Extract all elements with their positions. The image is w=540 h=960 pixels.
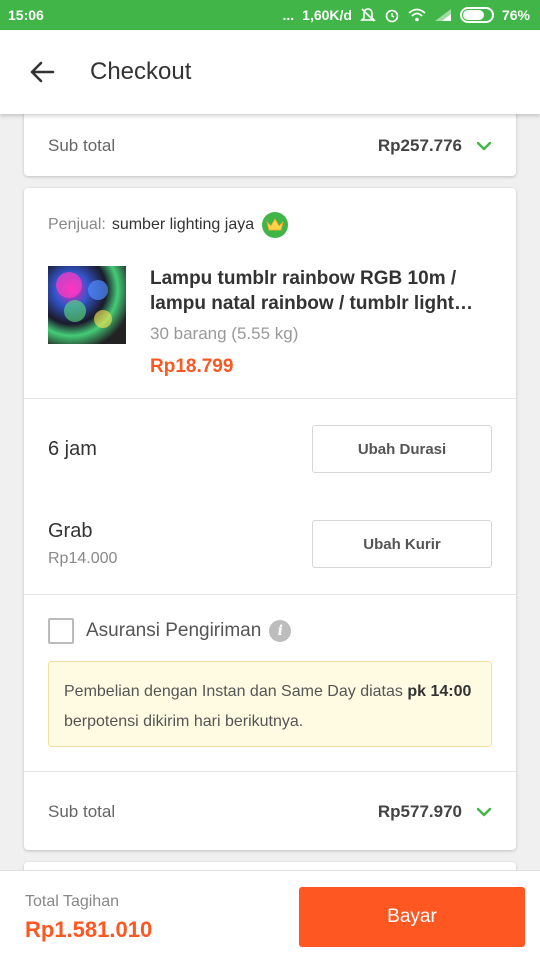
current-subtotal-row[interactable]: Sub total Rp577.970 xyxy=(24,784,516,840)
subtotal-label: Sub total xyxy=(48,802,116,821)
back-button[interactable] xyxy=(22,52,62,92)
network-speed: 1,60K/d xyxy=(302,7,352,23)
insurance-row: Asuransi Pengiriman i xyxy=(48,618,292,644)
info-icon[interactable]: i xyxy=(269,620,292,642)
product-name[interactable]: Lampu tumblr rainbow RGB 10m / lampu nat… xyxy=(150,266,500,316)
notice-text-after: berpotensi dikirim hari berikutnya. xyxy=(64,713,304,730)
same-day-notice: Pembelian dengan Instan dan Same Day dia… xyxy=(48,661,492,747)
subtotal-label: Sub total xyxy=(48,136,116,155)
status-dots: ... xyxy=(282,7,295,23)
battery-icon xyxy=(459,7,494,23)
seller-name[interactable]: sumber lighting jaya xyxy=(112,216,254,234)
insurance-checkbox[interactable] xyxy=(48,618,74,644)
wifi-icon xyxy=(408,8,426,22)
product-quantity: 30 barang (5.55 kg) xyxy=(150,324,299,343)
status-time: 15:06 xyxy=(8,7,44,23)
page-title: Checkout xyxy=(90,58,192,85)
alarm-icon xyxy=(384,7,400,23)
courier-price: Rp14.000 xyxy=(48,550,118,567)
subtotal-value: Rp577.970 xyxy=(377,802,462,821)
status-icons: ... 1,60K/d 76% xyxy=(282,7,530,23)
app-bar: Checkout xyxy=(0,30,540,114)
product-image[interactable] xyxy=(48,266,126,344)
crown-icon xyxy=(262,212,289,238)
battery-level xyxy=(462,10,485,20)
courier-name: Grab xyxy=(48,520,93,542)
insurance-label[interactable]: Asuransi Pengiriman xyxy=(86,620,261,642)
chevron-down-icon xyxy=(476,141,492,151)
divider xyxy=(24,594,516,595)
notice-time: pk 14:00 xyxy=(407,683,472,700)
chevron-down-icon xyxy=(476,807,492,817)
checkout-footer: Total Tagihan Rp1.581.010 Bayar xyxy=(0,870,540,960)
previous-subtotal-row[interactable]: Sub total Rp257.776 xyxy=(24,118,516,174)
seller-row: Penjual: sumber lighting jaya xyxy=(48,212,289,238)
divider xyxy=(24,771,516,772)
previous-seller-card: Sub total Rp257.776 xyxy=(24,114,516,176)
change-duration-button[interactable]: Ubah Durasi xyxy=(312,425,492,473)
seller-label: Penjual: xyxy=(48,216,106,233)
seller-card: Penjual: sumber lighting jaya Lampu tumb… xyxy=(24,188,516,850)
mute-alarm-icon xyxy=(360,7,376,23)
status-bar: 15:06 ... 1,60K/d 76% xyxy=(0,0,540,30)
arrow-left-icon xyxy=(30,61,55,83)
pay-button[interactable]: Bayar xyxy=(299,887,525,947)
shipping-duration: 6 jam xyxy=(48,438,97,460)
notice-text-before: Pembelian dengan Instan dan Same Day dia… xyxy=(64,683,408,700)
total-label: Total Tagihan xyxy=(25,893,119,910)
product-price: Rp18.799 xyxy=(150,356,234,377)
change-courier-button[interactable]: Ubah Kurir xyxy=(312,520,492,568)
subtotal-value: Rp257.776 xyxy=(377,136,462,155)
battery-percent: 76% xyxy=(501,7,530,23)
next-seller-card xyxy=(24,862,516,870)
subtotal-value-group: Rp577.970 xyxy=(378,802,492,822)
checkout-content[interactable]: Sub total Rp257.776 Penjual: sumber ligh… xyxy=(0,114,540,870)
subtotal-value-group: Rp257.776 xyxy=(378,136,492,156)
total-value: Rp1.581.010 xyxy=(25,917,153,942)
divider xyxy=(24,398,516,399)
signal-icon xyxy=(434,8,452,22)
